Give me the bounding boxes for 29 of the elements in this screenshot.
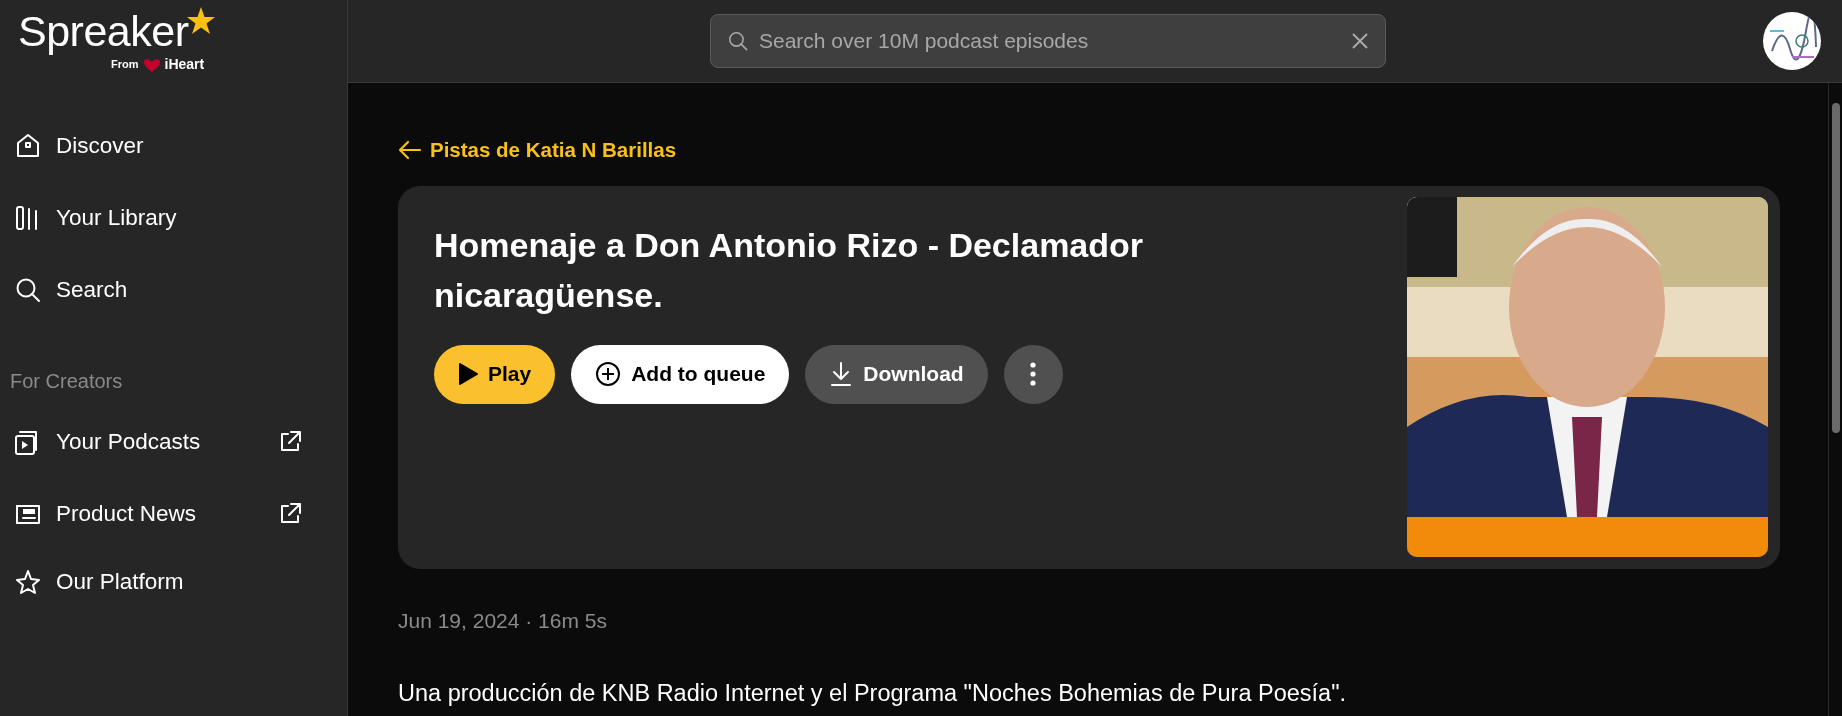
search-icon	[14, 276, 42, 304]
back-link[interactable]: Pistas de Katia N Barillas	[398, 135, 677, 166]
play-icon	[458, 363, 478, 386]
home-icon	[14, 132, 42, 160]
scrollbar[interactable]	[1828, 83, 1842, 716]
plus-circle-icon	[595, 361, 622, 388]
play-button[interactable]: Play	[434, 344, 556, 404]
episode-meta: Jun 19, 2024 · 16m 5s	[398, 607, 608, 634]
back-arrow-icon	[398, 140, 422, 161]
from-label: From	[111, 57, 139, 73]
episode-description: Una producción de KNB Radio Internet y el Programa "Noches Bohemias de Pura Poesía".	[398, 679, 1348, 709]
nav-item[interactable]: Discover	[0, 110, 317, 182]
search-field[interactable]: Search over 10M podcast episodes	[757, 24, 1343, 58]
add-to-queue-button[interactable]: Add to queue	[571, 344, 790, 404]
brand-name[interactable]: Spreaker	[18, 10, 189, 53]
nav-item[interactable]: Search	[0, 254, 317, 326]
heart-logo-icon	[142, 57, 161, 72]
clear-icon[interactable]	[1351, 32, 1369, 50]
search-bar[interactable]: Search over 10M podcast episodes	[710, 14, 1386, 68]
section-title: For Creators	[9, 369, 124, 394]
nav-item[interactable]: Your Podcasts	[0, 406, 317, 478]
star-icon	[14, 568, 42, 596]
more-icon	[1030, 362, 1037, 387]
download-button[interactable]: Download	[805, 344, 988, 404]
partner-name: iHeart	[164, 55, 205, 74]
download-icon	[829, 361, 854, 388]
episode-title: Homenaje a Don Antonio Rizo - Declamador nicaragüense.	[434, 224, 1145, 316]
search-icon	[727, 30, 749, 52]
nav-item[interactable]: Your Library	[0, 182, 317, 254]
